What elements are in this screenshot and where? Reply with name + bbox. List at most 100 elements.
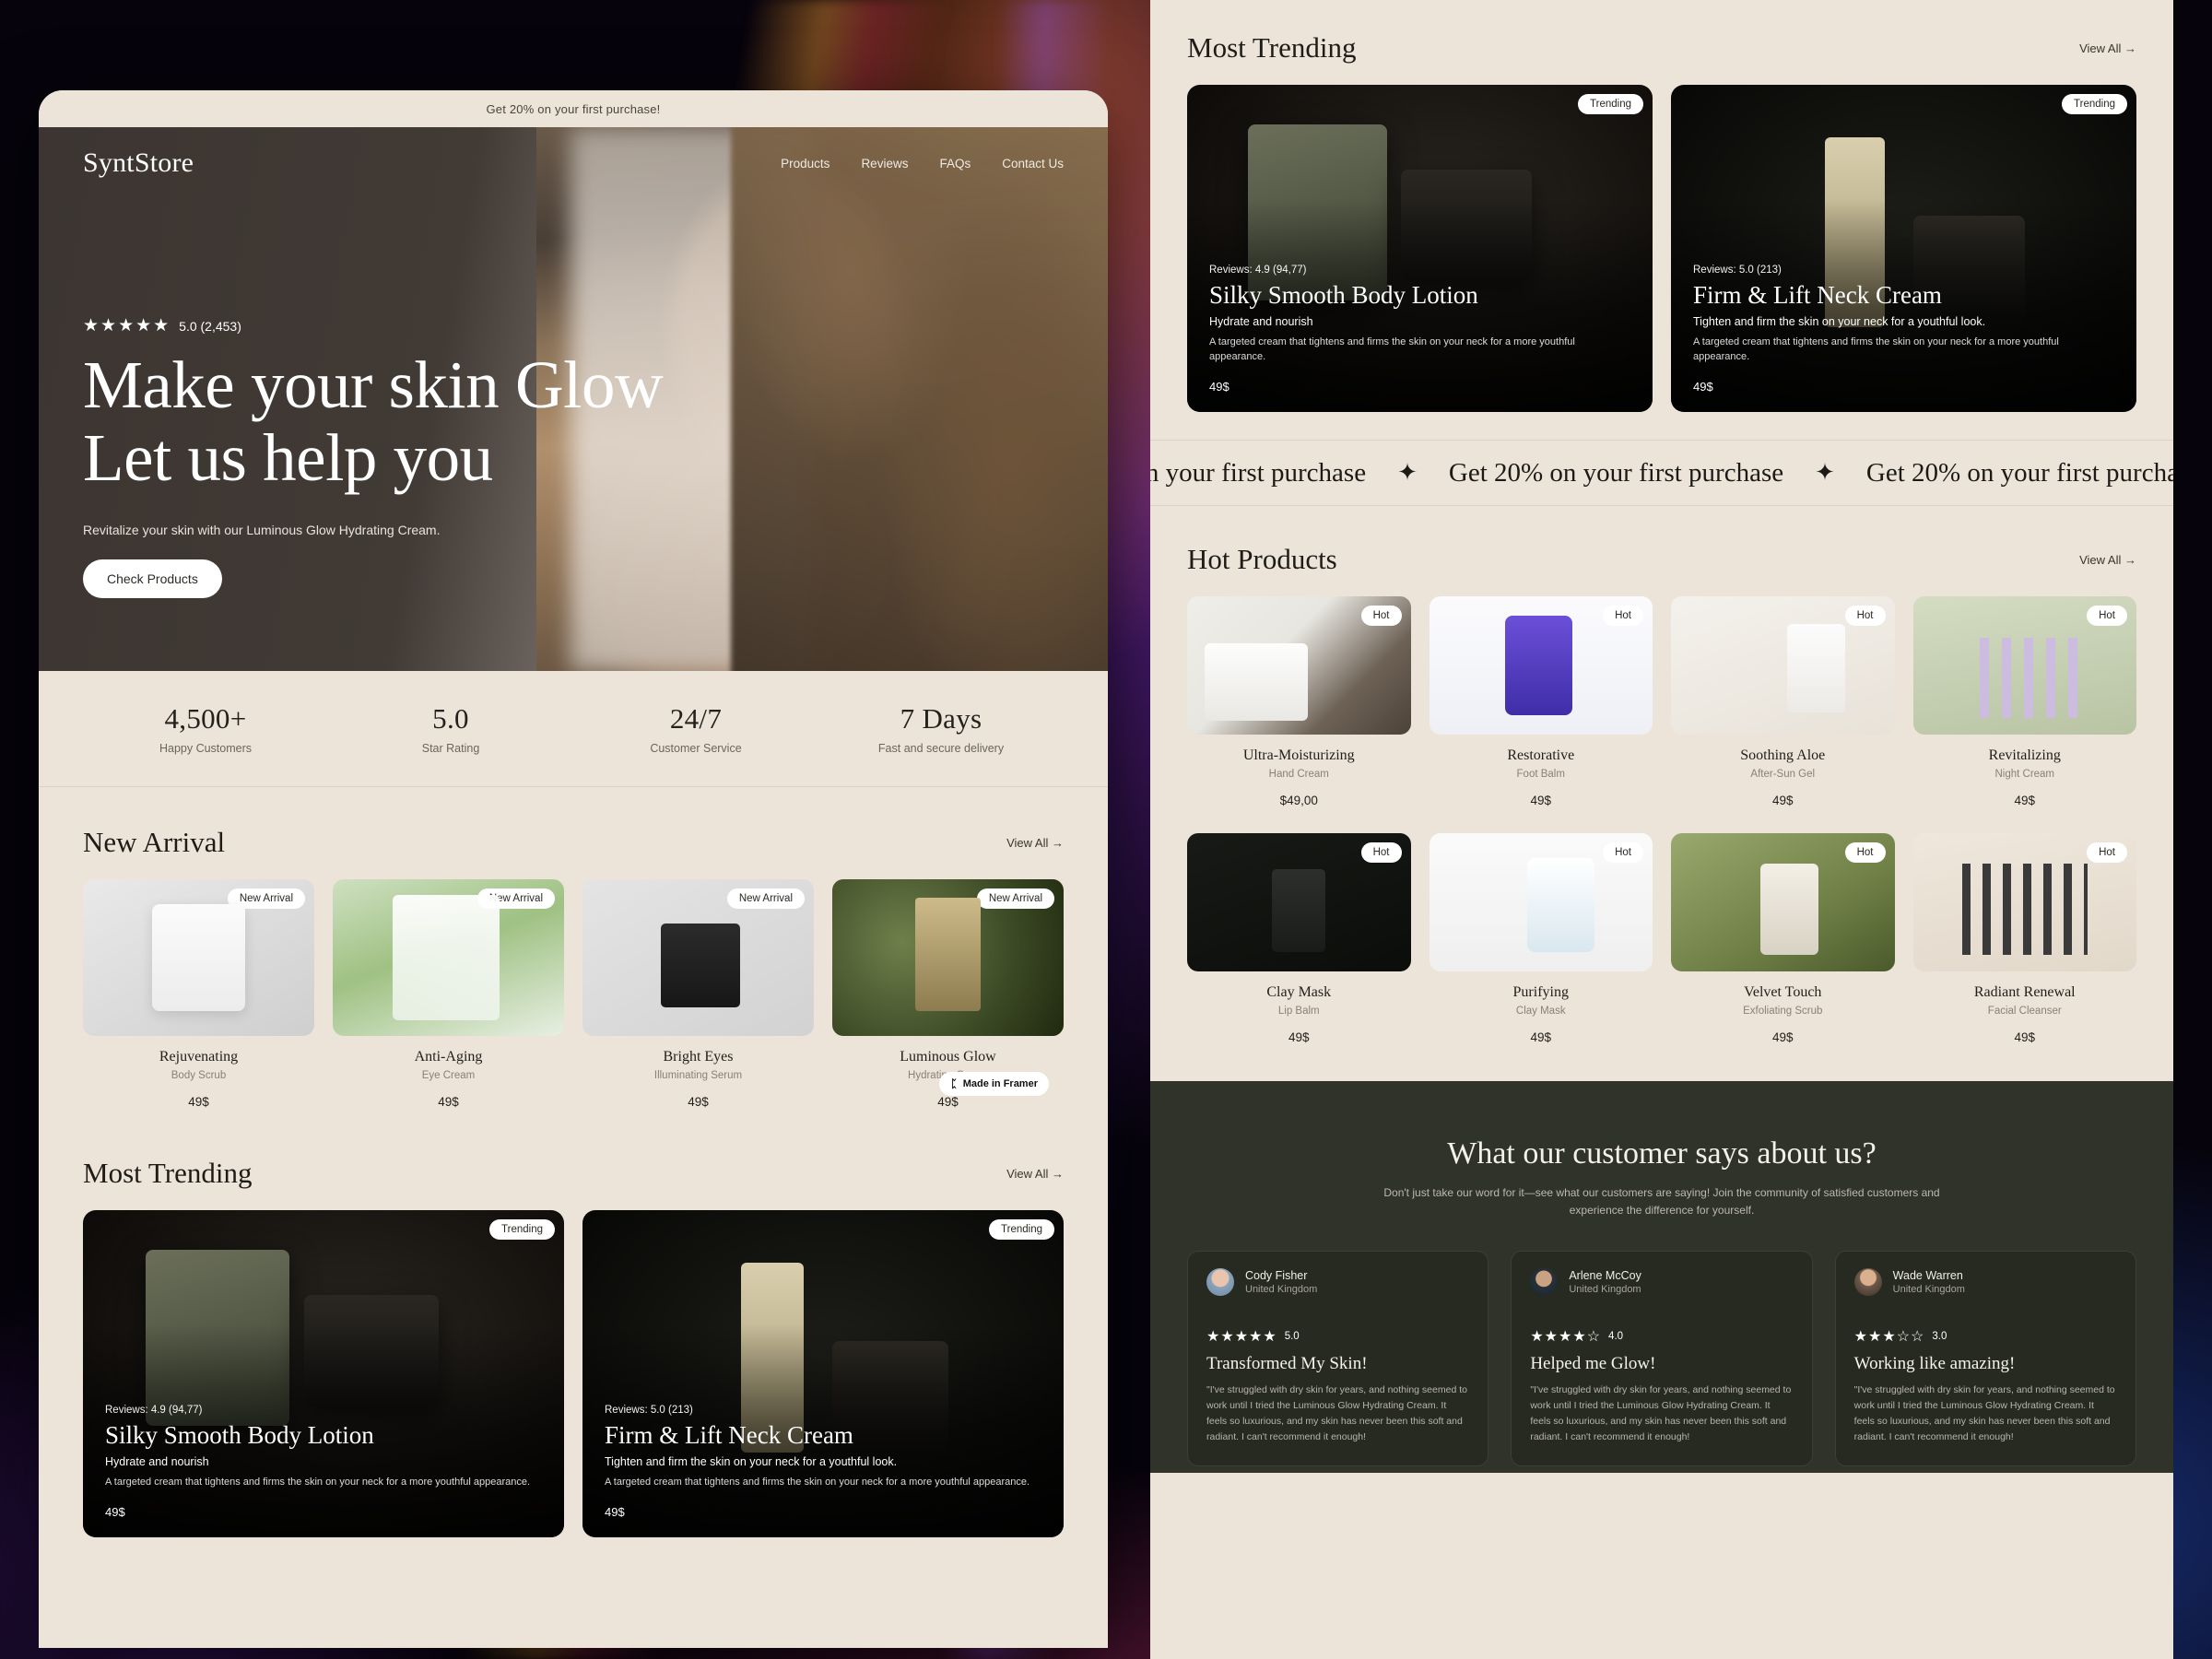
most-trending-grid: Trending Reviews: 4.9 (94,77) Silky Smoo… <box>83 1210 1064 1537</box>
nav-item-products[interactable]: Products <box>781 157 830 171</box>
check-products-button[interactable]: Check Products <box>83 559 222 598</box>
testimonials-heading: What our customer says about us? <box>1447 1136 1877 1171</box>
stat-label: Customer Service <box>650 742 742 755</box>
hot-products-grid-row1: Hot Ultra-Moisturizing Hand Cream $49,00… <box>1187 596 2136 807</box>
trending-reviews: Reviews: 5.0 (213) <box>605 1405 693 1417</box>
trending-name: Silky Smooth Body Lotion <box>1209 281 1478 310</box>
testimonials-grid: Cody Fisher United Kingdom ★★★★★ 5.0 Tra… <box>1187 1251 2136 1466</box>
trending-card[interactable]: Trending Reviews: 5.0 (213) Firm & Lift … <box>582 1210 1064 1537</box>
marquee-text-partial: 20% on your first purchase <box>1150 457 1367 488</box>
stat-value: 5.0 <box>432 702 469 735</box>
trending-card[interactable]: Trending Reviews: 4.9 (94,77) Silky Smoo… <box>1187 85 1653 412</box>
testimonial-title: Transformed My Skin! <box>1206 1354 1368 1374</box>
testimonial-location: United Kingdom <box>1892 1284 1965 1296</box>
star-icon: ★★★★☆ <box>1530 1329 1602 1346</box>
testimonial-card: Cody Fisher United Kingdom ★★★★★ 5.0 Tra… <box>1187 1251 1489 1466</box>
product-card[interactable]: Hot Radiant Renewal Facial Cleanser 49$ <box>1912 833 2136 1044</box>
nav-item-reviews[interactable]: Reviews <box>861 157 908 171</box>
product-image: New Arrival <box>582 879 814 1036</box>
promo-text: Get 20% on your first purchase! <box>486 101 661 116</box>
brand-logo[interactable]: SyntStore <box>83 147 194 179</box>
product-name: Bright Eyes <box>663 1049 734 1065</box>
trending-card[interactable]: Trending Reviews: 4.9 (94,77) Silky Smoo… <box>83 1210 564 1537</box>
right-most-trending-title: Most Trending <box>1187 31 1357 64</box>
product-name: Radiant Renewal <box>1973 984 2076 1000</box>
product-card[interactable]: Hot Purifying Clay Mask 49$ <box>1429 833 1653 1044</box>
product-image: Hot <box>1429 833 1653 971</box>
hot-products-view-all[interactable]: View All → <box>2079 553 2136 567</box>
new-arrival-view-all[interactable]: View All → <box>1006 836 1064 850</box>
nav-item-contact-us[interactable]: Contact Us <box>1002 157 1064 171</box>
product-price: 49$ <box>688 1095 709 1109</box>
testimonial-card: Arlene McCoy United Kingdom ★★★★☆ 4.0 He… <box>1511 1251 1813 1466</box>
product-image: Hot <box>1912 596 2136 735</box>
product-image: Hot <box>1671 833 1895 971</box>
product-type: Illuminating Serum <box>653 1070 743 1081</box>
product-type: Lip Balm <box>1277 1006 1320 1017</box>
nav-item-faqs[interactable]: FAQs <box>939 157 971 171</box>
status-badge: Hot <box>1844 606 1886 626</box>
testimonial-title: Helped me Glow! <box>1530 1354 1656 1374</box>
most-trending-view-all[interactable]: View All → <box>1006 1167 1064 1181</box>
sparkle-icon: ✦ <box>1815 459 1835 486</box>
product-name: Ultra-Moisturizing <box>1242 747 1355 763</box>
product-card[interactable]: Hot Soothing Aloe After-Sun Gel 49$ <box>1671 596 1895 807</box>
hero-subtitle: Revitalize your skin with our Luminous G… <box>83 522 441 537</box>
testimonials-section: What our customer says about us? Don't j… <box>1150 1081 2173 1473</box>
left-page-preview: Get 20% on your first purchase! SyntStor… <box>39 90 1108 1648</box>
status-badge: Hot <box>2087 606 2127 626</box>
right-most-trending-view-all[interactable]: View All → <box>2079 41 2136 55</box>
made-in-framer-badge[interactable]: ᛈ Made in Framer <box>939 1072 1049 1096</box>
product-card[interactable]: Hot Restorative Foot Balm 49$ <box>1429 596 1653 807</box>
stat-label: Star Rating <box>421 742 480 755</box>
hot-products-title: Hot Products <box>1187 543 1337 575</box>
product-type: Eye Cream <box>421 1070 476 1081</box>
hero-rating-value: 5.0 (2,453) <box>179 318 241 334</box>
status-badge: Trending <box>489 1219 555 1240</box>
product-name: Rejuvenating <box>159 1049 239 1065</box>
product-card[interactable]: New Arrival Bright Eyes Illuminating Ser… <box>582 879 814 1109</box>
product-name: Soothing Aloe <box>1740 747 1826 763</box>
status-badge: Hot <box>1603 606 1643 626</box>
status-badge: New Arrival <box>227 888 305 909</box>
most-trending-title: Most Trending <box>83 1157 253 1189</box>
status-badge: New Arrival <box>477 888 555 909</box>
product-image: New Arrival <box>333 879 564 1036</box>
testimonial-score: 4.0 <box>1608 1331 1624 1343</box>
hero-title-line1: Make your skin Glow <box>83 347 664 422</box>
product-price: 49$ <box>1288 1030 1310 1044</box>
status-badge: Hot <box>1360 606 1402 626</box>
testimonial-body: "I've struggled with dry skin for years,… <box>1206 1384 1467 1442</box>
product-image: New Arrival <box>83 879 314 1036</box>
trending-card[interactable]: Trending Reviews: 5.0 (213) Firm & Lift … <box>1671 85 2136 412</box>
star-icon: ★★★★★ <box>1206 1329 1277 1346</box>
trending-tagline: Hydrate and nourish <box>105 1455 209 1469</box>
trending-tagline: Hydrate and nourish <box>1209 315 1313 329</box>
product-image: Hot <box>1187 596 1411 735</box>
product-price: 49$ <box>1771 1030 1794 1044</box>
star-icon: ★★★★★ <box>83 316 171 335</box>
testimonial-name: Cody Fisher <box>1245 1269 1308 1283</box>
hero-rating: ★★★★★ 5.0 (2,453) <box>83 315 1064 336</box>
product-card[interactable]: New Arrival Anti-Aging Eye Cream 49$ <box>333 879 564 1109</box>
product-card[interactable]: Hot Revitalizing Night Cream 49$ <box>1912 596 2136 807</box>
testimonial-body: "I've struggled with dry skin for years,… <box>1530 1384 1792 1442</box>
promo-marquee: 20% on your first purchase ✦ Get 20% on … <box>1150 440 2173 506</box>
testimonial-location: United Kingdom <box>1569 1284 1641 1296</box>
product-card[interactable]: New Arrival ᛈ Made in Framer Luminous Gl… <box>832 879 1064 1109</box>
product-card[interactable]: Hot Ultra-Moisturizing Hand Cream $49,00 <box>1187 596 1411 807</box>
status-badge: Hot <box>1603 842 1643 863</box>
status-badge: Hot <box>1844 842 1886 863</box>
stat-value: 24/7 <box>669 702 723 735</box>
trending-price: 49$ <box>605 1505 625 1519</box>
hot-products-grid-row2: Hot Clay Mask Lip Balm 49$ Hot Purifying… <box>1187 833 2136 1044</box>
product-price: 49$ <box>438 1095 459 1109</box>
new-arrival-section: New Arrival View All → New Arrival Rejuv… <box>39 787 1108 1109</box>
product-card[interactable]: Hot Clay Mask Lip Balm 49$ <box>1187 833 1411 1044</box>
stat-item: 7 Days Fast and secure delivery <box>818 702 1064 755</box>
product-card[interactable]: Hot Velvet Touch Exfoliating Scrub 49$ <box>1671 833 1895 1044</box>
status-badge: New Arrival <box>726 888 805 909</box>
trending-price: 49$ <box>1209 380 1230 394</box>
product-card[interactable]: New Arrival Rejuvenating Body Scrub 49$ <box>83 879 314 1109</box>
product-price: 49$ <box>1771 794 1794 807</box>
